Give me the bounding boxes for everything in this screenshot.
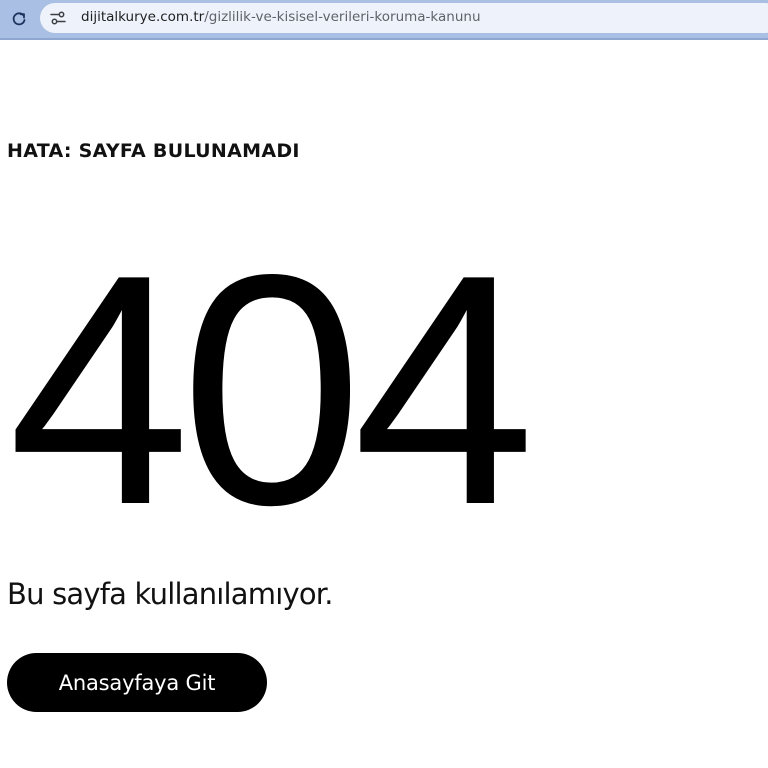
reload-icon[interactable] [8, 8, 30, 30]
url-text[interactable]: dijitalkurye.com.tr/gizlilik-ve-kisisel-… [81, 9, 481, 25]
go-home-button[interactable]: Anasayfaya Git [7, 653, 267, 712]
browser-toolbar: dijitalkurye.com.tr/gizlilik-ve-kisisel-… [0, 0, 768, 40]
address-bar[interactable]: dijitalkurye.com.tr/gizlilik-ve-kisisel-… [40, 3, 768, 33]
url-path: /gizlilik-ve-kisisel-verileri-koruma-kan… [204, 9, 481, 25]
error-heading: HATA: SAYFA BULUNAMADI [7, 140, 300, 162]
error-code: 404 [8, 206, 535, 573]
site-settings-icon[interactable] [50, 10, 66, 26]
url-domain: dijitalkurye.com.tr [81, 9, 205, 25]
error-message: Bu sayfa kullanılamıyor. [7, 577, 333, 611]
